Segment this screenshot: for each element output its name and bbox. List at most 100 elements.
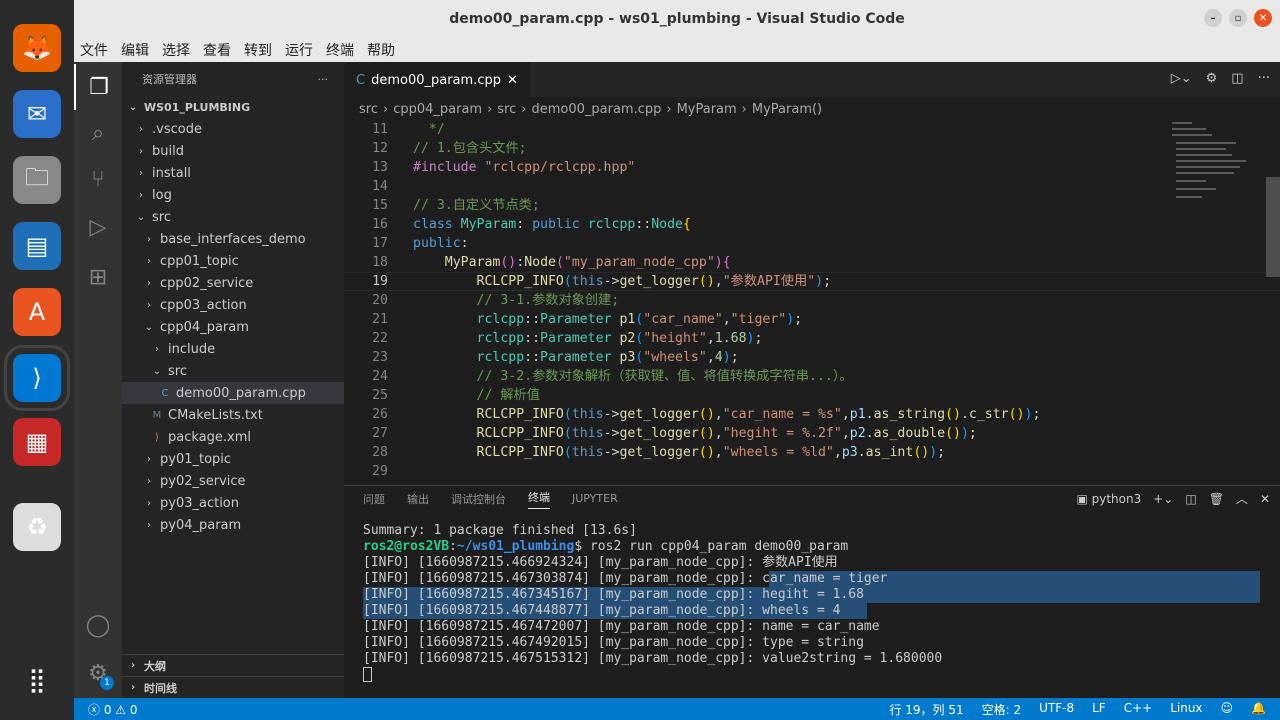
- tree-item-src[interactable]: ⌄ src: [122, 206, 344, 228]
- explorer-icon[interactable]: ❐: [74, 64, 122, 110]
- trash-icon[interactable]: ♻: [13, 503, 61, 551]
- settings-icon[interactable]: ⚙: [1206, 71, 1218, 86]
- code-token: ;: [937, 445, 946, 460]
- new-terminal-icon[interactable]: +⌄: [1153, 492, 1173, 506]
- settings-gear-icon[interactable]: ⚙ 1: [74, 650, 122, 696]
- extensions-icon[interactable]: ⊞: [74, 254, 122, 300]
- search-icon[interactable]: ⌕: [74, 110, 122, 156]
- maximize-panel-icon[interactable]: ︿: [1236, 490, 1248, 507]
- code-line: 20 // 3-1.参数对象创建;: [344, 291, 1280, 310]
- tree-item-label: py01_topic: [160, 451, 232, 467]
- tree-item-cpp03-action[interactable]: › cpp03_action: [122, 294, 344, 316]
- menu-5[interactable]: 运行: [285, 40, 313, 60]
- breadcrumb-item[interactable]: demo00_param.cpp: [531, 102, 661, 117]
- tree-item-log[interactable]: › log: [122, 184, 344, 206]
- terminal-output[interactable]: Summary: 1 package finished [13.6s] ros2@…: [363, 523, 1260, 682]
- menu-3[interactable]: 查看: [203, 40, 231, 60]
- menu-6[interactable]: 终端: [326, 40, 354, 60]
- thunderbird-icon[interactable]: ✉: [13, 90, 61, 138]
- panel-tab-1[interactable]: 输出: [407, 491, 429, 507]
- vscode-icon[interactable]: ⟩: [4, 345, 70, 411]
- menu-7[interactable]: 帮助: [367, 40, 395, 60]
- tree-item-cmakelists-txt[interactable]: M CMakeLists.txt: [122, 404, 344, 426]
- tree-item-base-interfaces-demo[interactable]: › base_interfaces_demo: [122, 228, 344, 250]
- code-token: // 1.包含头文件;: [413, 141, 527, 156]
- writer-icon[interactable]: ▤: [13, 222, 61, 270]
- activity-bar: ❐ ⌕ ⑂ ▷ ⊞ ◯ ⚙ 1: [74, 62, 122, 698]
- tree-item-cpp01-topic[interactable]: › cpp01_topic: [122, 250, 344, 272]
- breadcrumb-item[interactable]: MyParam: [677, 102, 737, 117]
- tree-item-py04-param[interactable]: › py04_param: [122, 514, 344, 536]
- split-editor-icon[interactable]: ◫: [1231, 71, 1243, 86]
- tree-item-src[interactable]: ⌄ src: [122, 360, 344, 382]
- code-editor[interactable]: 11 */ 12 // 1.包含头文件; 13 #include "rclcpp/rcl…: [344, 120, 1280, 485]
- tree-item-include[interactable]: › include: [122, 338, 344, 360]
- menu-4[interactable]: 转到: [244, 40, 272, 60]
- run-debug-icon[interactable]: ▷: [74, 204, 122, 250]
- encoding[interactable]: UTF-8: [1039, 701, 1074, 718]
- tree-item-demo00-param-cpp[interactable]: Cdemo00_param.cpp: [122, 382, 344, 404]
- breadcrumb-separator-icon: ›: [521, 101, 527, 117]
- code-line: 21 rclcpp:: Parameter p1("car_name", "tige…: [344, 310, 1280, 329]
- indentation[interactable]: 空格: 2: [982, 701, 1022, 718]
- panel-tab-3[interactable]: 终端: [528, 489, 550, 509]
- panel-tab-2[interactable]: 调试控制台: [451, 491, 506, 507]
- firefox-icon[interactable]: 🦊: [13, 24, 61, 72]
- kill-terminal-icon[interactable]: 🗑: [1209, 492, 1224, 506]
- problems-status[interactable]: ⓧ 0 ⚠ 0: [88, 701, 138, 718]
- outline-section[interactable]: › 大纲: [122, 654, 344, 676]
- breadcrumb-item[interactable]: MyParam(): [752, 102, 822, 117]
- close-panel-icon[interactable]: ✕: [1260, 492, 1270, 506]
- close-tab-icon[interactable]: ✕: [507, 73, 518, 88]
- panel-tab-0[interactable]: 问题: [363, 491, 385, 507]
- terminal-app-icon[interactable]: ▦: [13, 418, 61, 466]
- source-control-icon[interactable]: ⑂: [74, 156, 122, 202]
- software-icon[interactable]: A: [13, 288, 61, 336]
- panel-tab-4[interactable]: JUPYTER: [572, 492, 618, 505]
- close-window-button[interactable]: ✕: [1254, 9, 1272, 27]
- code-token: p2: [849, 426, 866, 441]
- tree-item-py02-service[interactable]: › py02_service: [122, 470, 344, 492]
- breadcrumb-item[interactable]: src: [359, 102, 378, 117]
- tree-item-py03-action[interactable]: › py03_action: [122, 492, 344, 514]
- editor-scrollbar[interactable]: [1266, 177, 1280, 277]
- maximize-button[interactable]: ▫: [1229, 9, 1247, 27]
- menu-2[interactable]: 选择: [162, 40, 190, 60]
- tree-item-build[interactable]: › build: [122, 140, 344, 162]
- breadcrumb-item[interactable]: src: [497, 102, 516, 117]
- tree-item-py01-topic[interactable]: › py01_topic: [122, 448, 344, 470]
- tree-item-package-xml[interactable]: ⟩ package.xml: [122, 426, 344, 448]
- os-indicator[interactable]: Linux: [1170, 701, 1202, 718]
- code-token: "car_name = %s": [722, 407, 842, 422]
- account-icon[interactable]: ◯: [74, 602, 122, 648]
- terminal-line: [INFO] [1660987215.467492015] [my_param_…: [363, 635, 1260, 651]
- show-applications-icon[interactable]: ⣿: [13, 656, 61, 704]
- menu-1[interactable]: 编辑: [121, 40, 149, 60]
- workspace-root[interactable]: ⌄ WS01_PLUMBING: [122, 96, 344, 118]
- line-ending[interactable]: LF: [1092, 701, 1106, 718]
- tab-demo00-param-cpp[interactable]: Cdemo00_param.cpp ✕: [344, 62, 530, 97]
- feedback-icon[interactable]: ☺: [1221, 701, 1234, 718]
- terminal-shell-selector[interactable]: ▣ python3: [1076, 492, 1141, 506]
- breadcrumb-item[interactable]: cpp04_param: [393, 102, 482, 117]
- menu-0[interactable]: 文件: [80, 40, 108, 60]
- line-number: 17: [372, 236, 388, 251]
- language-mode[interactable]: C++: [1124, 701, 1153, 718]
- tree-item--vscode[interactable]: › .vscode: [122, 118, 344, 140]
- cursor-position[interactable]: 行 19，列 51: [889, 701, 963, 718]
- tree-item-install[interactable]: › install: [122, 162, 344, 184]
- minimize-button[interactable]: –: [1204, 9, 1222, 27]
- code-token: {: [682, 217, 691, 232]
- notifications-icon[interactable]: 🔔: [1251, 701, 1266, 718]
- minimap[interactable]: [1166, 120, 1266, 210]
- tree-item-cpp02-service[interactable]: › cpp02_service: [122, 272, 344, 294]
- tree-item-cpp04-param[interactable]: ⌄ cpp04_param: [122, 316, 344, 338]
- code-token: this: [571, 274, 604, 289]
- more-actions-icon[interactable]: ···: [318, 73, 329, 86]
- timeline-section[interactable]: › 时间线: [122, 676, 344, 698]
- code-token: c_str: [968, 407, 1009, 422]
- more-icon[interactable]: ···: [1258, 71, 1270, 86]
- split-terminal-icon[interactable]: ◫: [1185, 492, 1196, 506]
- run-file-icon[interactable]: ▷⌄: [1171, 71, 1192, 86]
- files-icon[interactable]: 🗀: [13, 156, 61, 204]
